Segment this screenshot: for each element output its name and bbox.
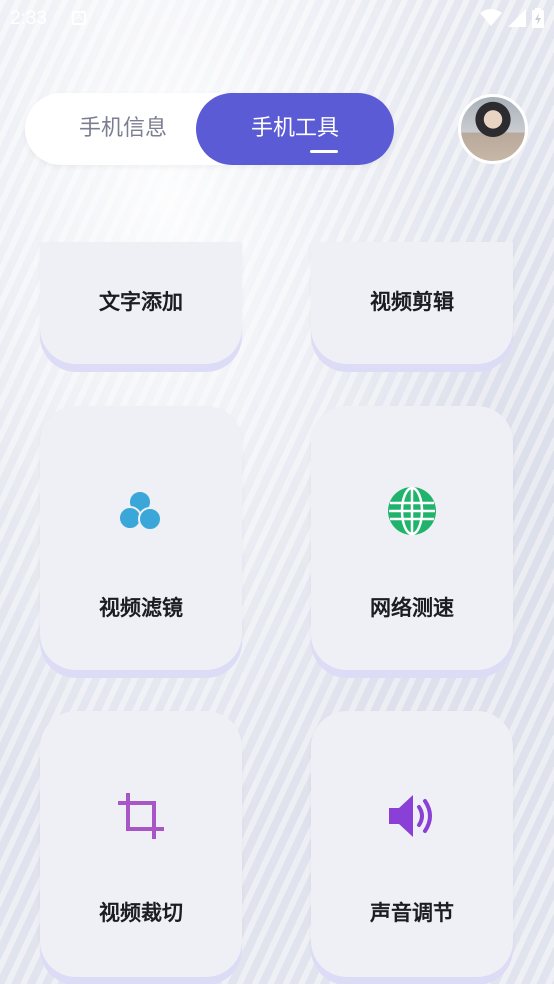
tool-card-label: 视频滤镜 [99, 596, 183, 620]
signal-icon [508, 9, 526, 27]
status-bar: 2:33 A [0, 0, 554, 36]
wifi-icon [480, 9, 502, 26]
notification-icon: A [72, 11, 86, 25]
avatar[interactable] [458, 94, 528, 164]
active-tab-indicator [310, 150, 338, 153]
tool-card-text-add[interactable]: 文字添加 [40, 242, 242, 364]
tool-card-label: 视频裁切 [99, 901, 183, 925]
battery-icon [532, 8, 544, 28]
tool-card-video-filter[interactable]: 视频滤镜 [40, 406, 242, 670]
tab-switch: 手机信息 手机工具 [25, 93, 394, 165]
three-circles-icon [118, 490, 162, 531]
tab-phone-info[interactable]: 手机信息 [25, 93, 221, 165]
tab-phone-tools-label: 手机工具 [250, 116, 339, 141]
tool-card-label: 视频剪辑 [370, 290, 454, 314]
speaker-icon [389, 795, 432, 837]
status-icons [480, 8, 544, 28]
tool-card-label: 声音调节 [370, 901, 454, 925]
tool-card-sound-adjust[interactable]: 声音调节 [311, 711, 513, 977]
tab-phone-tools[interactable]: 手机工具 [196, 93, 394, 165]
tool-card-label: 网络测速 [370, 596, 454, 620]
globe-icon [388, 486, 436, 536]
crop-icon [118, 793, 164, 839]
tool-card-video-crop[interactable]: 视频裁切 [40, 711, 242, 977]
tool-card-video-edit[interactable]: 视频剪辑 [311, 242, 513, 364]
tool-card-network-speed[interactable]: 网络测速 [311, 406, 513, 670]
tool-card-label: 文字添加 [99, 290, 183, 314]
status-time: 2:33 [10, 8, 47, 29]
